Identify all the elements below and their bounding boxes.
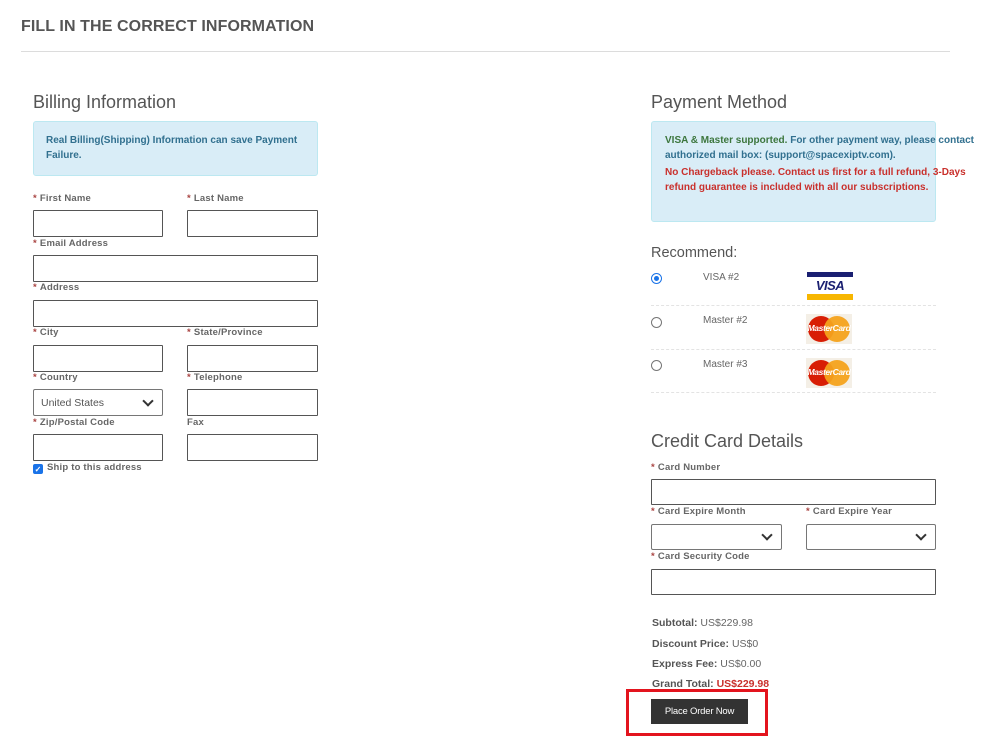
required-marker: *	[651, 462, 655, 473]
telephone-label: * Telephone	[187, 372, 243, 383]
payment-supported-text: VISA & Master supported.	[665, 135, 788, 146]
address-label-text: Address	[39, 282, 80, 293]
subtotal-value: US$229.98	[700, 617, 753, 629]
mastercard-icon: MasterCard	[806, 358, 852, 388]
chevron-down-icon	[142, 394, 154, 407]
country-select[interactable]: United States	[33, 389, 163, 416]
security-code-label: * Card Security Code	[651, 551, 750, 562]
visa-logo-text: VISA	[815, 278, 845, 293]
country-label: * Country	[33, 372, 78, 383]
subtotal-line: Subtotal: US$229.98	[652, 617, 753, 629]
payment-method-radio-visa-2[interactable]	[651, 273, 662, 284]
zip-label-text: Zip/Postal Code	[39, 417, 115, 428]
ship-to-address-checkbox[interactable]: ✓	[33, 464, 43, 474]
discount-label: Discount Price:	[652, 638, 730, 650]
mastercard-icon: MasterCard	[806, 314, 852, 344]
required-marker: *	[187, 327, 191, 338]
visa-icon: VISA	[807, 272, 853, 300]
expire-month-label: * Card Expire Month	[651, 506, 746, 517]
zip-input[interactable]	[33, 434, 163, 461]
payment-warning-text: No Chargeback please. Contact us first f…	[665, 167, 966, 193]
card-number-label: * Card Number	[651, 462, 720, 473]
credit-card-title: Credit Card Details	[651, 431, 804, 451]
city-input[interactable]	[33, 345, 163, 372]
first-name-label-text: First Name	[39, 193, 92, 204]
required-marker: *	[187, 193, 191, 204]
required-marker: *	[33, 238, 37, 249]
express-fee-line: Express Fee: US$0.00	[652, 658, 761, 670]
place-order-button[interactable]: Place Order Now	[651, 699, 748, 724]
mastercard-logo-text: MasterCard	[807, 367, 851, 377]
required-marker: *	[33, 327, 37, 338]
billing-notice-text: Real Billing(Shipping) Information can s…	[46, 135, 298, 161]
fax-input[interactable]	[187, 434, 318, 461]
required-marker: *	[33, 282, 37, 293]
page-title: FILL IN THE CORRECT INFORMATION	[21, 18, 315, 35]
expire-year-select[interactable]	[806, 524, 936, 550]
last-name-label: * Last Name	[187, 193, 244, 204]
telephone-label-text: Telephone	[193, 372, 243, 383]
fax-label: Fax	[187, 417, 204, 428]
card-number-input[interactable]	[651, 479, 936, 505]
method-divider	[651, 392, 936, 393]
country-label-text: Country	[39, 372, 78, 383]
chevron-down-icon	[761, 529, 773, 541]
email-input[interactable]	[33, 255, 318, 282]
required-marker: *	[33, 372, 37, 383]
required-marker: *	[33, 193, 37, 204]
required-marker: *	[651, 506, 655, 517]
zip-label: * Zip/Postal Code	[33, 417, 115, 428]
state-label: * State/Province	[187, 327, 263, 338]
last-name-label-text: Last Name	[193, 193, 244, 204]
billing-notice: Real Billing(Shipping) Information can s…	[33, 121, 318, 176]
payment-method-label: Master #2	[703, 315, 748, 326]
method-divider	[651, 305, 936, 306]
email-label-text: Email Address	[39, 238, 109, 249]
expire-month-label-text: Card Expire Month	[657, 506, 746, 517]
expire-year-label-text: Card Expire Year	[812, 506, 892, 517]
recommend-label: Recommend:	[651, 245, 738, 261]
first-name-label: * First Name	[33, 193, 91, 204]
expire-month-select[interactable]	[651, 524, 782, 550]
required-marker: *	[651, 551, 655, 562]
header-divider	[21, 51, 950, 52]
payment-method-label: Master #3	[703, 359, 748, 370]
address-label: * Address	[33, 282, 79, 293]
first-name-input[interactable]	[33, 210, 163, 237]
express-fee-label: Express Fee:	[652, 658, 718, 670]
country-select-value: United States	[41, 396, 105, 409]
subtotal-label: Subtotal:	[652, 617, 698, 629]
expire-year-label: * Card Expire Year	[806, 506, 892, 517]
city-label-text: City	[39, 327, 59, 338]
required-marker: *	[33, 417, 37, 428]
method-divider	[651, 349, 936, 350]
telephone-input[interactable]	[187, 389, 318, 416]
payment-method-title: Payment Method	[651, 92, 788, 112]
state-label-text: State/Province	[193, 327, 263, 338]
required-marker: *	[806, 506, 810, 517]
state-input[interactable]	[187, 345, 318, 372]
email-label: * Email Address	[33, 238, 108, 249]
card-number-label-text: Card Number	[657, 462, 721, 473]
payment-method-label: VISA #2	[703, 272, 740, 283]
mastercard-logo-text: MasterCard	[807, 323, 851, 333]
last-name-input[interactable]	[187, 210, 318, 237]
payment-method-radio-master-2[interactable]	[651, 317, 662, 328]
city-label: * City	[33, 327, 59, 338]
express-fee-value: US$0.00	[720, 658, 762, 670]
discount-value: US$0	[731, 638, 759, 650]
billing-title: Billing Information	[33, 92, 177, 112]
security-code-input[interactable]	[651, 569, 936, 595]
security-code-label-text: Card Security Code	[657, 551, 750, 562]
checkmark-icon: ✓	[34, 464, 42, 474]
address-input[interactable]	[33, 300, 318, 327]
required-marker: *	[187, 372, 191, 383]
discount-line: Discount Price: US$0	[652, 638, 758, 650]
payment-method-radio-master-3[interactable]	[651, 360, 662, 371]
ship-to-address-label: Ship to this address	[47, 462, 142, 473]
chevron-down-icon	[915, 529, 927, 541]
payment-notice: VISA & Master supported. For other payme…	[651, 121, 974, 222]
